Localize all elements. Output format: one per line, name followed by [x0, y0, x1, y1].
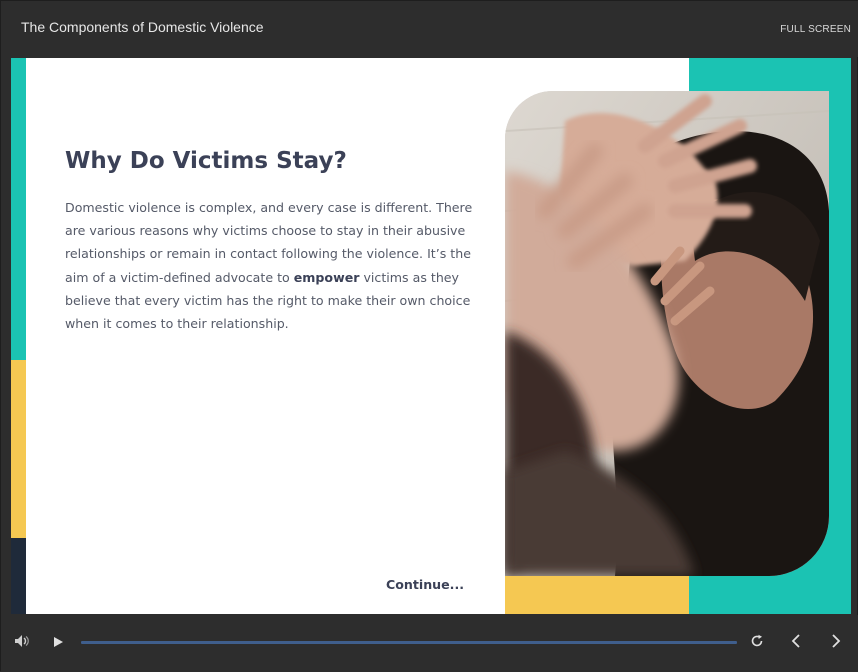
chevron-right-icon	[831, 633, 841, 652]
accent-stripe-teal	[11, 58, 26, 360]
slide-photo	[505, 91, 829, 576]
accent-stripe-navy	[11, 538, 26, 614]
volume-button[interactable]	[11, 631, 33, 653]
decorative-yellow-block	[505, 576, 689, 614]
player-controls	[1, 615, 858, 672]
replay-button[interactable]	[746, 631, 768, 653]
slide-title: Why Do Victims Stay?	[65, 148, 347, 174]
progress-bar[interactable]	[81, 641, 737, 644]
volume-icon	[14, 633, 30, 652]
accent-stripe-yellow	[11, 360, 26, 538]
chevron-left-icon	[791, 633, 801, 652]
course-player: The Components of Domestic Violence FULL…	[0, 0, 858, 672]
course-title: The Components of Domestic Violence	[21, 19, 264, 35]
progress-fill	[81, 641, 737, 644]
body-text-emphasis: empower	[293, 269, 360, 285]
player-header: The Components of Domestic Violence FULL…	[1, 1, 858, 57]
play-icon	[52, 633, 64, 652]
replay-icon	[750, 633, 764, 652]
fullscreen-button[interactable]: FULL SCREEN	[780, 24, 851, 35]
next-button[interactable]	[825, 631, 847, 653]
play-button[interactable]	[47, 631, 69, 653]
slide-canvas: Why Do Victims Stay? Domestic violence i…	[11, 58, 851, 614]
slide-body-text: Domestic violence is complex, and every …	[65, 196, 475, 335]
continue-link[interactable]: Continue...	[386, 577, 464, 592]
previous-button[interactable]	[785, 631, 807, 653]
